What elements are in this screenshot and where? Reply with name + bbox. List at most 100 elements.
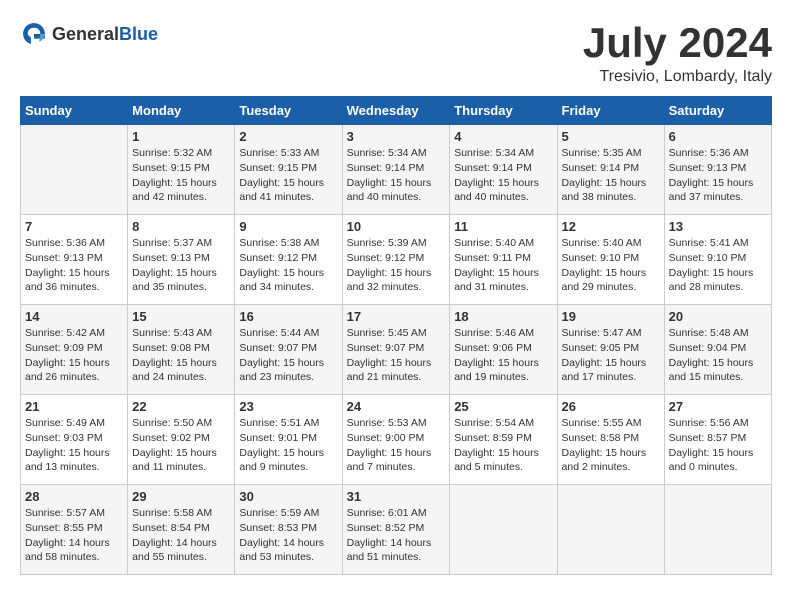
cell-content: Sunrise: 5:45 AMSunset: 9:07 PMDaylight:… (347, 326, 446, 385)
calendar-cell: 17 Sunrise: 5:45 AMSunset: 9:07 PMDayligh… (342, 305, 450, 395)
date-number: 21 (25, 399, 123, 414)
title-section: July 2024 Tresivio, Lombardy, Italy (583, 20, 772, 86)
date-number: 14 (25, 309, 123, 324)
day-header-monday: Monday (128, 97, 235, 125)
date-number: 22 (132, 399, 230, 414)
day-header-wednesday: Wednesday (342, 97, 450, 125)
calendar-cell: 30 Sunrise: 5:59 AMSunset: 8:53 PMDayligh… (235, 485, 342, 575)
calendar-cell: 13Sunrise: 5:41 AMSunset: 9:10 PMDayligh… (664, 215, 771, 305)
date-number: 24 (347, 399, 446, 414)
date-number: 3 (347, 129, 446, 144)
calendar-cell: 4 Sunrise: 5:34 AMSunset: 9:14 PMDaylight… (450, 125, 557, 215)
calendar-cell: 3Sunrise: 5:34 AMSunset: 9:14 PMDaylight… (342, 125, 450, 215)
calendar-cell: 9Sunrise: 5:38 AMSunset: 9:12 PMDaylight… (235, 215, 342, 305)
cell-content: Sunrise: 5:42 AMSunset: 9:09 PMDaylight:… (25, 326, 123, 385)
date-number: 31 (347, 489, 446, 504)
date-number: 1 (132, 129, 230, 144)
logo-text: GeneralBlue (52, 24, 158, 45)
cell-content: Sunrise: 5:46 AMSunset: 9:06 PMDaylight:… (454, 326, 552, 385)
calendar-cell: 16 Sunrise: 5:44 AMSunset: 9:07 PMDayligh… (235, 305, 342, 395)
cell-content: Sunrise: 5:50 AMSunset: 9:02 PMDaylight:… (132, 416, 230, 475)
calendar-cell (664, 485, 771, 575)
cell-content: Sunrise: 5:49 AMSunset: 9:03 PMDaylight:… (25, 416, 123, 475)
date-number: 18 (454, 309, 552, 324)
date-number: 10 (347, 219, 446, 234)
cell-content: Sunrise: 5:47 AMSunset: 9:05 PMDaylight:… (562, 326, 660, 385)
date-number: 12 (562, 219, 660, 234)
cell-content: Sunrise: 5:58 AMSunset: 8:54 PMDaylight:… (132, 506, 230, 565)
calendar-cell: 6 Sunrise: 5:36 AMSunset: 9:13 PMDaylight… (664, 125, 771, 215)
cell-content: Sunrise: 5:57 AMSunset: 8:55 PMDaylight:… (25, 506, 123, 565)
date-number: 25 (454, 399, 552, 414)
date-number: 16 (239, 309, 337, 324)
date-number: 26 (562, 399, 660, 414)
cell-content: Sunrise: 5:37 AMSunset: 9:13 PMDaylight:… (132, 236, 230, 295)
cell-content: Sunrise: 5:34 AMSunset: 9:14 PMDaylight:… (454, 146, 552, 205)
logo: GeneralBlue (20, 20, 158, 48)
day-header-saturday: Saturday (664, 97, 771, 125)
calendar-cell: 8 Sunrise: 5:37 AMSunset: 9:13 PMDaylight… (128, 215, 235, 305)
calendar-cell (450, 485, 557, 575)
cell-content: Sunrise: 5:36 AMSunset: 9:13 PMDaylight:… (669, 146, 767, 205)
calendar-cell: 11 Sunrise: 5:40 AMSunset: 9:11 PMDayligh… (450, 215, 557, 305)
date-number: 6 (669, 129, 767, 144)
calendar-cell: 21 Sunrise: 5:49 AMSunset: 9:03 PMDayligh… (21, 395, 128, 485)
calendar-cell: 2 Sunrise: 5:33 AMSunset: 9:15 PMDaylight… (235, 125, 342, 215)
cell-content: Sunrise: 5:53 AMSunset: 9:00 PMDaylight:… (347, 416, 446, 475)
week-row-5: 28 Sunrise: 5:57 AMSunset: 8:55 PMDayligh… (21, 485, 772, 575)
header-row: SundayMondayTuesdayWednesdayThursdayFrid… (21, 97, 772, 125)
date-number: 17 (347, 309, 446, 324)
cell-content: Sunrise: 5:48 AMSunset: 9:04 PMDaylight:… (669, 326, 767, 385)
calendar-cell: 12Sunrise: 5:40 AMSunset: 9:10 PMDayligh… (557, 215, 664, 305)
cell-content: Sunrise: 5:40 AMSunset: 9:11 PMDaylight:… (454, 236, 552, 295)
calendar-cell: 15Sunrise: 5:43 AMSunset: 9:08 PMDayligh… (128, 305, 235, 395)
header: GeneralBlue July 2024 Tresivio, Lombardy… (20, 20, 772, 86)
calendar-cell: 29 Sunrise: 5:58 AMSunset: 8:54 PMDayligh… (128, 485, 235, 575)
logo-icon (20, 20, 48, 48)
calendar-table: SundayMondayTuesdayWednesdayThursdayFrid… (20, 96, 772, 575)
day-header-tuesday: Tuesday (235, 97, 342, 125)
week-row-2: 7 Sunrise: 5:36 AMSunset: 9:13 PMDaylight… (21, 215, 772, 305)
cell-content: Sunrise: 5:32 AMSunset: 9:15 PMDaylight:… (132, 146, 230, 205)
date-number: 4 (454, 129, 552, 144)
date-number: 20 (669, 309, 767, 324)
date-number: 9 (239, 219, 337, 234)
date-number: 2 (239, 129, 337, 144)
cell-content: Sunrise: 5:59 AMSunset: 8:53 PMDaylight:… (239, 506, 337, 565)
calendar-cell: 24 Sunrise: 5:53 AMSunset: 9:00 PMDayligh… (342, 395, 450, 485)
date-number: 30 (239, 489, 337, 504)
cell-content: Sunrise: 6:01 AMSunset: 8:52 PMDaylight:… (347, 506, 446, 565)
week-row-1: 1 Sunrise: 5:32 AMSunset: 9:15 PMDaylight… (21, 125, 772, 215)
calendar-cell: 25Sunrise: 5:54 AMSunset: 8:59 PMDayligh… (450, 395, 557, 485)
calendar-cell (557, 485, 664, 575)
date-number: 28 (25, 489, 123, 504)
calendar-cell: 22 Sunrise: 5:50 AMSunset: 9:02 PMDayligh… (128, 395, 235, 485)
cell-content: Sunrise: 5:56 AMSunset: 8:57 PMDaylight:… (669, 416, 767, 475)
date-number: 7 (25, 219, 123, 234)
cell-content: Sunrise: 5:35 AMSunset: 9:14 PMDaylight:… (562, 146, 660, 205)
cell-content: Sunrise: 5:39 AMSunset: 9:12 PMDaylight:… (347, 236, 446, 295)
cell-content: Sunrise: 5:33 AMSunset: 9:15 PMDaylight:… (239, 146, 337, 205)
calendar-cell: 20 Sunrise: 5:48 AMSunset: 9:04 PMDayligh… (664, 305, 771, 395)
date-number: 13 (669, 219, 767, 234)
date-number: 23 (239, 399, 337, 414)
date-number: 11 (454, 219, 552, 234)
cell-content: Sunrise: 5:44 AMSunset: 9:07 PMDaylight:… (239, 326, 337, 385)
calendar-cell (21, 125, 128, 215)
date-number: 8 (132, 219, 230, 234)
location: Tresivio, Lombardy, Italy (583, 68, 772, 86)
calendar-cell: 31 Sunrise: 6:01 AMSunset: 8:52 PMDayligh… (342, 485, 450, 575)
week-row-3: 14 Sunrise: 5:42 AMSunset: 9:09 PMDayligh… (21, 305, 772, 395)
date-number: 29 (132, 489, 230, 504)
cell-content: Sunrise: 5:36 AMSunset: 9:13 PMDaylight:… (25, 236, 123, 295)
date-number: 5 (562, 129, 660, 144)
cell-content: Sunrise: 5:51 AMSunset: 9:01 PMDaylight:… (239, 416, 337, 475)
date-number: 15 (132, 309, 230, 324)
date-number: 19 (562, 309, 660, 324)
calendar-cell: 7 Sunrise: 5:36 AMSunset: 9:13 PMDaylight… (21, 215, 128, 305)
calendar-cell: 27Sunrise: 5:56 AMSunset: 8:57 PMDayligh… (664, 395, 771, 485)
calendar-cell: 5 Sunrise: 5:35 AMSunset: 9:14 PMDaylight… (557, 125, 664, 215)
month-year: July 2024 (583, 20, 772, 66)
calendar-cell: 18 Sunrise: 5:46 AMSunset: 9:06 PMDayligh… (450, 305, 557, 395)
calendar-cell: 28 Sunrise: 5:57 AMSunset: 8:55 PMDayligh… (21, 485, 128, 575)
